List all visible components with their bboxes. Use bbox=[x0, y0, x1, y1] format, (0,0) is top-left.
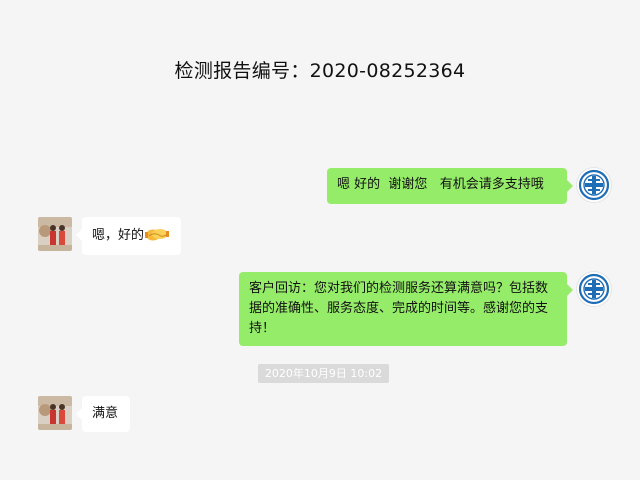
customer-photo-avatar bbox=[38, 217, 72, 251]
handshake-emoji-icon bbox=[145, 226, 170, 249]
message-bubble-sent[interactable]: 客户回访：您对我们的检测服务还算满意吗？包括数据的准确性、服务态度、完成的时间等… bbox=[239, 272, 573, 346]
company-logo-icon bbox=[578, 273, 610, 305]
message-bubble-received[interactable]: 嗯，好的 bbox=[76, 217, 181, 255]
company-logo-avatar[interactable] bbox=[577, 272, 611, 306]
report-number-title: 检测报告编号：2020-08252364 bbox=[174, 60, 466, 82]
customer-photo-avatar bbox=[38, 396, 72, 430]
message-text: 嗯 好的 谢谢您 有机会请多支持哦 bbox=[337, 177, 544, 192]
message-text: 满意 bbox=[92, 406, 119, 421]
customer-avatar[interactable] bbox=[38, 396, 72, 430]
message-timestamp: 2020年10月9日 10:02 bbox=[258, 364, 389, 383]
company-logo-avatar[interactable] bbox=[577, 168, 611, 202]
message-text: 客户回访：您对我们的检测服务还算满意吗？包括数据的准确性、服务态度、完成的时间等… bbox=[249, 281, 549, 336]
message-bubble-received[interactable]: 满意 bbox=[76, 396, 130, 432]
message-bubble-sent[interactable]: 嗯 好的 谢谢您 有机会请多支持哦 bbox=[327, 168, 573, 204]
company-logo-icon bbox=[578, 169, 610, 201]
message-text: 嗯，好的 bbox=[92, 228, 145, 243]
customer-avatar[interactable] bbox=[38, 217, 72, 251]
